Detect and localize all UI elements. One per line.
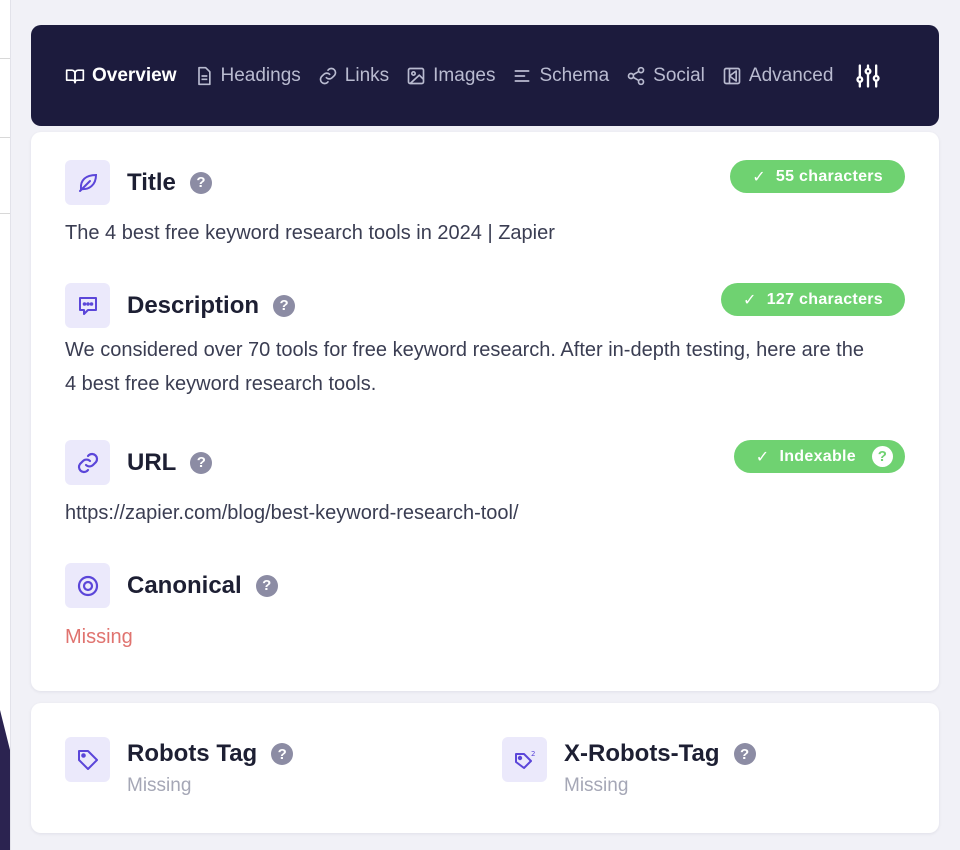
document-icon — [197, 66, 211, 85]
settings-button[interactable] — [854, 62, 882, 90]
tab-links[interactable]: Links — [318, 65, 389, 87]
tab-label: Links — [344, 64, 390, 86]
x-robots-tag-item: 2 X-Robots-Tag ? Missing — [502, 737, 756, 797]
target-icon — [65, 563, 110, 608]
section-title: Title — [127, 168, 176, 196]
share-icon — [627, 66, 645, 85]
section-title: Description — [127, 291, 260, 319]
x-robots-tag-title: X-Robots-Tag — [564, 740, 720, 767]
tab-label: Overview — [92, 64, 177, 86]
x-robots-tag-value: Missing — [564, 775, 629, 796]
tag-squared-icon: 2 — [502, 737, 547, 782]
image-icon — [407, 67, 425, 84]
list-icon — [514, 69, 530, 82]
title-value: The 4 best free keyword research tools i… — [65, 222, 555, 244]
tab-label: Headings — [220, 64, 301, 86]
background-divider — [0, 213, 10, 214]
tab-label: Social — [653, 64, 705, 86]
tab-schema[interactable]: Schema — [512, 65, 609, 87]
canonical-section: Canonical ? Missing — [65, 563, 905, 654]
tag-icon — [65, 737, 110, 782]
tab-advanced[interactable]: Advanced — [722, 64, 834, 87]
url-value: https://zapier.com/blog/best-keyword-res… — [65, 502, 519, 524]
description-section: Description ? ✓ 127 characters We consid… — [65, 283, 905, 401]
tab-nav-bar: Overview Headings Links Images Schema So… — [31, 25, 939, 126]
tab-label: Images — [433, 64, 496, 86]
robots-tag-title: Robots Tag — [127, 740, 258, 767]
tab-social[interactable]: Social — [626, 65, 705, 87]
help-icon[interactable]: ? — [255, 574, 278, 597]
check-icon: ✓ — [742, 291, 757, 309]
section-title: URL — [127, 448, 177, 476]
help-icon[interactable]: ? — [733, 743, 756, 765]
robots-tag-item: Robots Tag ? Missing — [65, 737, 294, 797]
message-icon — [65, 283, 110, 328]
book-open-icon — [65, 68, 85, 83]
canonical-value: Missing — [65, 626, 133, 648]
badge-label: Indexable — [779, 447, 856, 465]
help-icon[interactable]: ? — [190, 451, 213, 474]
check-icon: ✓ — [752, 168, 766, 186]
link-icon — [65, 440, 110, 485]
robots-tag-value: Missing — [127, 775, 192, 796]
badge-label: 127 characters — [766, 290, 883, 308]
tab-overview[interactable]: Overview — [65, 65, 177, 87]
tab-headings[interactable]: Headings — [194, 65, 301, 87]
svg-text:2: 2 — [531, 750, 535, 758]
section-title: Canonical — [127, 571, 242, 599]
background-divider — [0, 137, 10, 138]
indexable-badge: ✓ Indexable ? — [733, 440, 905, 473]
check-icon: ✓ — [755, 448, 770, 466]
description-value: We considered over 70 tools for free key… — [65, 339, 864, 395]
url-section: URL ? ✓ Indexable ? https://zapier.com/b… — [65, 440, 905, 530]
tab-label: Advanced — [748, 64, 834, 86]
help-icon[interactable]: ? — [189, 171, 212, 194]
title-length-badge: ✓ 55 characters — [730, 160, 905, 193]
help-icon[interactable]: ? — [273, 294, 296, 317]
description-length-badge: ✓ 127 characters — [720, 283, 905, 316]
link-icon — [319, 67, 337, 84]
advanced-icon — [723, 67, 741, 84]
help-icon[interactable]: ? — [872, 446, 893, 467]
tab-label: Schema — [539, 64, 610, 86]
overview-card: Title ? ✓ 55 characters The 4 best free … — [31, 132, 939, 691]
title-section: Title ? ✓ 55 characters The 4 best free … — [65, 160, 905, 250]
tab-images[interactable]: Images — [406, 65, 495, 87]
leaf-icon — [65, 160, 110, 205]
help-icon[interactable]: ? — [271, 743, 294, 765]
background-divider — [0, 58, 10, 59]
robots-card: Robots Tag ? Missing 2 X-Robots-Tag ? Mi… — [31, 703, 939, 833]
badge-label: 55 characters — [775, 167, 883, 185]
sliders-icon — [856, 63, 881, 88]
